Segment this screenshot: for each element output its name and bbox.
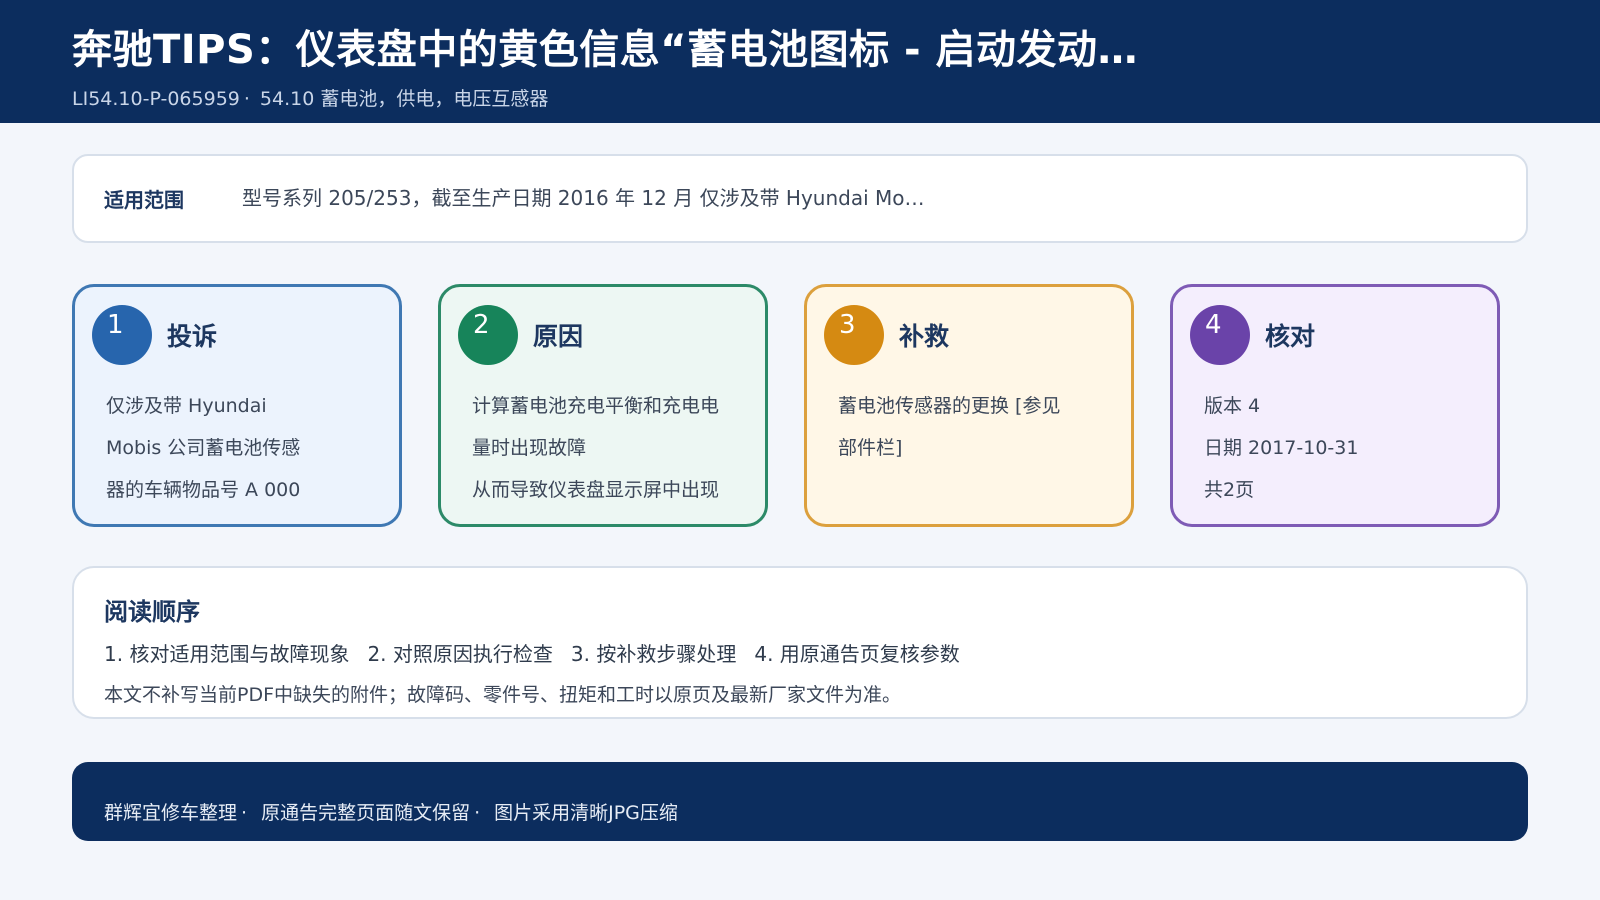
card-remedy: 3 补救 蓄电池传感器的更换 [参见 部件栏] — [804, 284, 1134, 527]
card-line: 计算蓄电池充电平衡和充电电 — [472, 395, 720, 417]
card-title: 补救 — [899, 322, 950, 351]
scope-text: 型号系列 205/253，截至生产日期 2016 年 12 月 仅涉及带 Hyu… — [242, 186, 925, 210]
header-subtitle: LI54.10-P-065959 · 54.10 蓄电池，供电，电压互感器 — [72, 84, 548, 111]
reading-note: 本文不补写当前PDF中缺失的附件；故障码、零件号、扭矩和工时以原页及最新厂家文件… — [104, 684, 902, 706]
page-footer: 群辉宜修车整理 · 原通告完整页面随文保留 · 图片采用清晰JPG压缩 — [72, 762, 1528, 841]
card-line: 器的车辆物品号 A 000 — [106, 479, 301, 501]
document-category: 54.10 蓄电池，供电，电压互感器 — [259, 88, 549, 110]
step-number-badge: 3 — [824, 305, 884, 365]
reading-step: 2. 对照原因执行检查 — [367, 642, 553, 666]
page-title: 奔驰TIPS：仪表盘中的黄色信息“蓄电池图标 - 启动发动… — [72, 27, 1139, 73]
card-line: 部件栏] — [838, 437, 903, 459]
scope-panel: 适用范围 型号系列 205/253，截至生产日期 2016 年 12 月 仅涉及… — [72, 154, 1528, 243]
card-verify: 4 核对 版本 4 日期 2017-10-31 共2页 — [1170, 284, 1500, 527]
card-line: 量时出现故障 — [472, 437, 587, 459]
card-title: 核对 — [1265, 322, 1316, 351]
separator-dot: · — [474, 802, 481, 824]
reading-steps: 1. 核对适用范围与故障现象 2. 对照原因执行检查 3. 按补救步骤处理 4. 用原… — [104, 638, 978, 667]
card-body: 仅涉及带 Hyundai Mobis 公司蓄电池传感 器的车辆物品号 A 000 — [106, 385, 386, 511]
card-title: 投诉 — [167, 322, 218, 351]
page-header: 奔驰TIPS：仪表盘中的黄色信息“蓄电池图标 - 启动发动… LI54.10-P… — [0, 0, 1600, 123]
reading-order-panel: 阅读顺序 1. 核对适用范围与故障现象 2. 对照原因执行检查 3. 按补救步骤处理… — [72, 566, 1528, 719]
card-line: 仅涉及带 Hyundai — [106, 395, 267, 417]
card-cause: 2 原因 计算蓄电池充电平衡和充电电 量时出现故障 从而导致仪表盘显示屏中出现 — [438, 284, 768, 527]
separator-dot: · — [243, 88, 250, 110]
footer-text: 群辉宜修车整理 · 原通告完整页面随文保留 · 图片采用清晰JPG压缩 — [104, 798, 678, 825]
card-body: 蓄电池传感器的更换 [参见 部件栏] — [838, 385, 1118, 469]
reading-step: 3. 按补救步骤处理 — [570, 642, 737, 666]
step-number-badge: 4 — [1190, 305, 1250, 365]
card-line: 共2页 — [1204, 479, 1255, 501]
card-line: 从而导致仪表盘显示屏中出现 — [472, 479, 720, 501]
card-line: Mobis 公司蓄电池传感 — [106, 437, 301, 459]
card-body: 版本 4 日期 2017-10-31 共2页 — [1204, 385, 1484, 511]
footer-item: 原通告完整页面随文保留 — [261, 802, 471, 824]
scope-label: 适用范围 — [104, 188, 184, 212]
card-line: 日期 2017-10-31 — [1204, 437, 1359, 459]
card-line: 蓄电池传感器的更换 [参见 — [838, 395, 1061, 417]
card-line: 版本 4 — [1204, 395, 1261, 417]
card-title: 原因 — [533, 322, 584, 351]
step-number-badge: 2 — [458, 305, 518, 365]
footer-item: 群辉宜修车整理 — [104, 802, 238, 824]
card-body: 计算蓄电池充电平衡和充电电 量时出现故障 从而导致仪表盘显示屏中出现 — [472, 385, 752, 511]
reading-order-title: 阅读顺序 — [104, 598, 200, 626]
step-number-badge: 1 — [92, 305, 152, 365]
reading-step: 1. 核对适用范围与故障现象 — [104, 642, 350, 666]
separator-dot: · — [241, 802, 248, 824]
document-id: LI54.10-P-065959 — [72, 88, 240, 110]
card-complaint: 1 投诉 仅涉及带 Hyundai Mobis 公司蓄电池传感 器的车辆物品号 … — [72, 284, 402, 527]
reading-step: 4. 用原通告页复核参数 — [754, 642, 960, 666]
footer-item: 图片采用清晰JPG压缩 — [494, 802, 678, 824]
